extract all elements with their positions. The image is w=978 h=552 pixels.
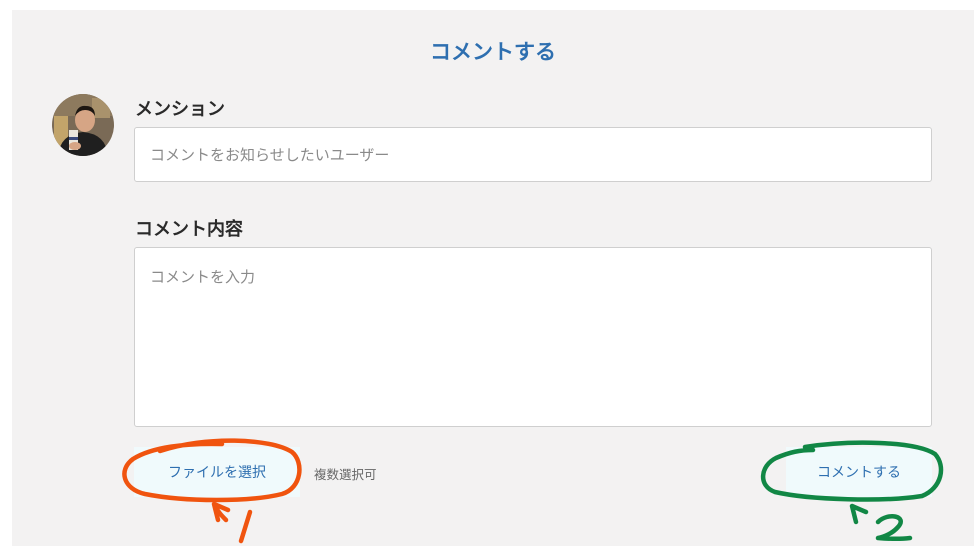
mention-label: メンション: [135, 99, 225, 120]
file-hint: 複数選択可: [314, 467, 377, 482]
avatar[interactable]: [52, 94, 114, 156]
submit-comment-button-label: コメントする: [817, 465, 901, 481]
avatar-photo: [52, 94, 114, 156]
submit-comment-button[interactable]: コメントする: [786, 447, 932, 497]
mention-input[interactable]: [134, 127, 932, 182]
comment-textarea[interactable]: [134, 247, 932, 427]
comment-label: コメント内容: [135, 219, 243, 240]
file-select-button-label: ファイルを選択: [168, 465, 266, 481]
file-select-button[interactable]: ファイルを選択: [134, 447, 300, 497]
form-title: コメントする: [430, 40, 556, 64]
